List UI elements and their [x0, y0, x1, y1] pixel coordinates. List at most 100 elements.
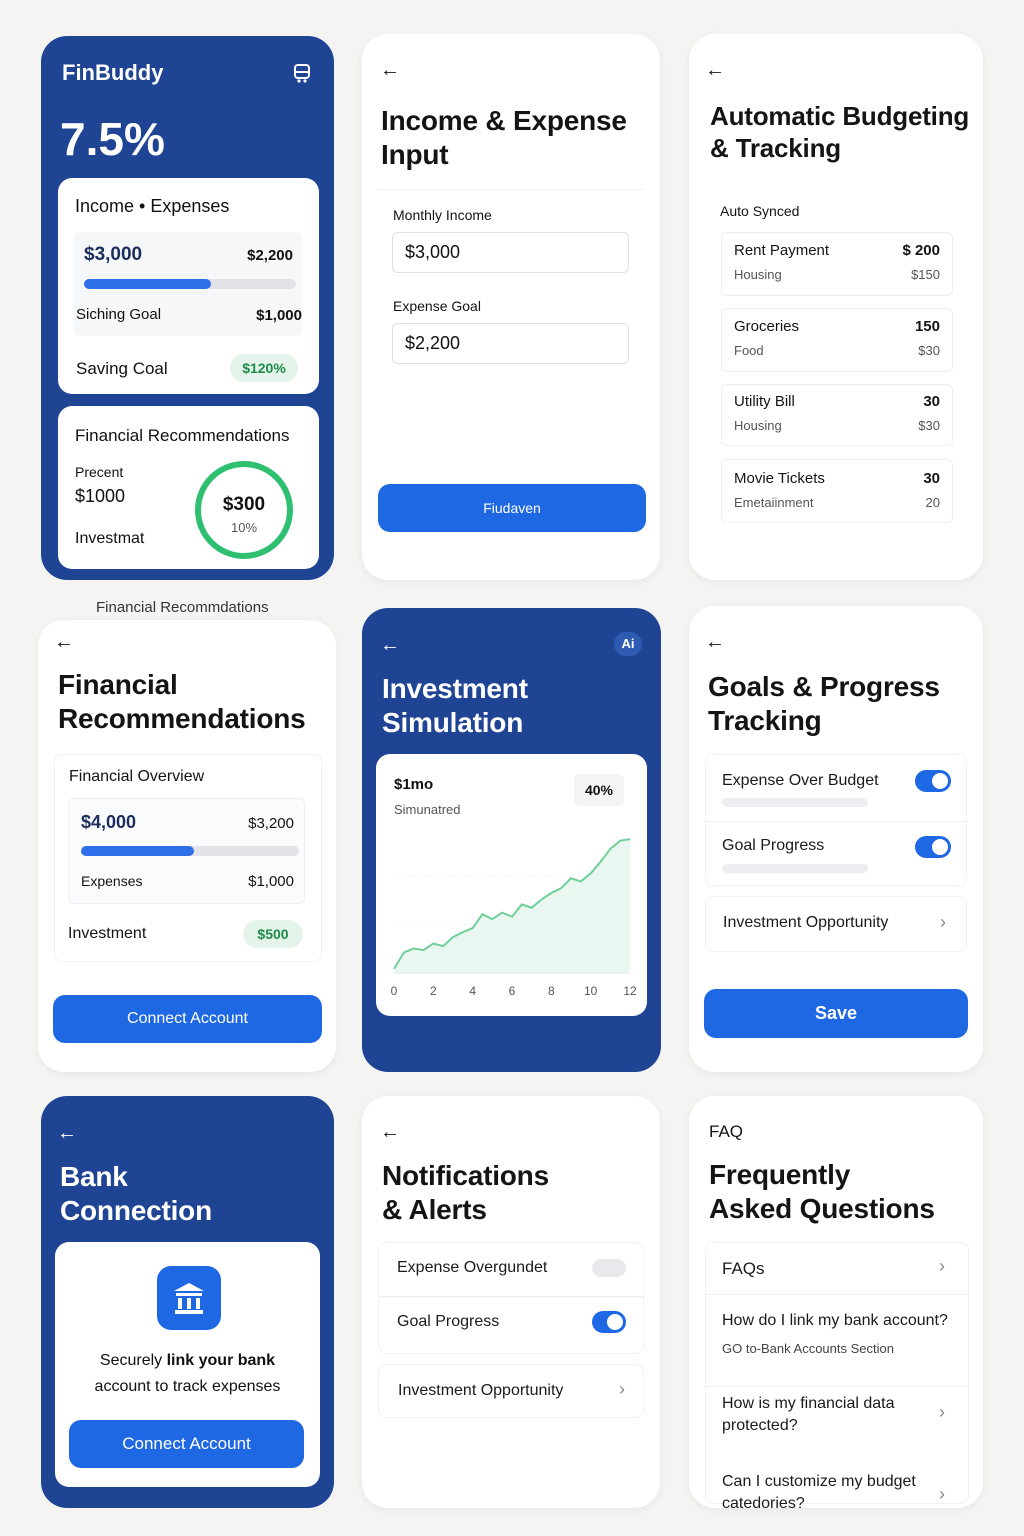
x-tick-label: 2: [430, 984, 437, 998]
screen-title: Notifications & Alerts: [382, 1159, 549, 1227]
x-tick-label: 4: [469, 984, 476, 998]
screen-title: Financial Recommendations: [58, 668, 306, 736]
overview-progress: [81, 846, 299, 856]
transaction-amount: 30: [923, 470, 940, 487]
title-line-1: Notifications: [382, 1160, 549, 1191]
connect-account-button[interactable]: Connect Account: [53, 995, 322, 1043]
back-arrow-icon[interactable]: ←: [380, 60, 400, 80]
faq-item[interactable]: Can I customize my budget catedories? ›: [705, 1466, 969, 1508]
save-button[interactable]: Save: [704, 989, 968, 1038]
monthly-income-label: Monthly Income: [393, 207, 492, 223]
x-tick-label: 0: [391, 984, 398, 998]
income-progress-fill: [84, 279, 212, 289]
title-line-1: Automatic Budgeting: [710, 101, 970, 131]
transaction-sub-amount: $30: [918, 343, 940, 358]
recommendations-card: Financial Recommendations Precent $1000 …: [58, 406, 319, 569]
back-arrow-icon[interactable]: ←: [380, 1122, 400, 1142]
x-tick-label: 8: [548, 984, 555, 998]
investment-opportunity-row[interactable]: Investment Opportunity ›: [705, 896, 967, 952]
expense-goal-label: Expense Goal: [393, 298, 481, 314]
income-input-panel: ← Income & Expense Input Monthly Income …: [362, 34, 660, 580]
bank-card: Securely link your bank account to track…: [55, 1242, 320, 1487]
transaction-name: Movie Tickets: [734, 470, 825, 487]
back-arrow-icon[interactable]: ←: [705, 632, 725, 652]
investment-label: Investment: [68, 925, 147, 942]
faq-question: FAQs: [722, 1259, 765, 1278]
description-prefix: Securely: [99, 1352, 167, 1369]
faq-answer: GO to-Bank Accounts Section: [722, 1341, 894, 1356]
auto-synced-label: Auto Synced: [720, 203, 800, 219]
notifications-panel: ← Notifications & Alerts Expense Overgun…: [362, 1096, 660, 1508]
investment-pill: $500: [243, 920, 303, 948]
investment-opportunity-row[interactable]: Investment Opportunity ›: [378, 1364, 644, 1418]
expense-goal-field[interactable]: $2,200: [392, 323, 629, 364]
faq-tag: FAQ: [709, 1122, 744, 1141]
bank-description: Securely link your bank account to track…: [55, 1348, 320, 1400]
transaction-sub-amount: $150: [911, 267, 940, 282]
precent-value: $1000: [75, 486, 126, 506]
goal-value: $1,000: [256, 307, 302, 324]
saving-label: Saving Coal: [76, 359, 168, 378]
screen-title: Automatic Budgeting & Tracking: [710, 100, 969, 164]
screen-title: Income & Expense Input: [381, 104, 627, 172]
monthly-income-field[interactable]: $3,000: [392, 232, 629, 273]
goals-panel: ← Goals & Progress Tracking Expense Over…: [689, 606, 983, 1072]
chart-area: [394, 839, 630, 973]
recommendations-title: Financial Recommendations: [75, 426, 290, 445]
alert-toggle[interactable]: [592, 1311, 626, 1333]
setting-toggle[interactable]: [915, 836, 951, 858]
back-arrow-icon[interactable]: ←: [380, 635, 400, 655]
bus-icon[interactable]: [291, 62, 313, 89]
expenses-value: $1,000: [248, 873, 294, 890]
description-emphasis: link your bank: [166, 1352, 276, 1369]
ai-badge[interactable]: Ai: [614, 632, 642, 656]
precent-label: Precent: [75, 464, 124, 480]
submit-button[interactable]: Fiudaven: [378, 484, 646, 532]
faq-item[interactable]: FAQs ›: [705, 1242, 969, 1294]
back-arrow-icon[interactable]: ←: [57, 1123, 77, 1143]
income-value: $3,000: [84, 244, 143, 265]
dashboard-panel: FinBuddy 7.5% Income • Expenses $3,000 $…: [41, 36, 334, 580]
alert-row[interactable]: Expense Overgundet: [378, 1242, 644, 1296]
alert-toggle[interactable]: [592, 1259, 626, 1277]
ring-value: $300: [222, 494, 266, 515]
transaction-row[interactable]: Groceries 150 Food $30: [721, 308, 953, 372]
setting-label: Expense Over Budget: [722, 772, 879, 789]
transaction-row[interactable]: Utility Bill 30 Housing $30: [721, 384, 953, 446]
transaction-amount: $ 200: [902, 242, 940, 259]
expenses-label: Expenses: [81, 873, 143, 889]
setting-toggle[interactable]: [915, 770, 951, 792]
auto-budget-panel: ← Automatic Budgeting & Tracking Auto Sy…: [689, 34, 983, 580]
alert-row[interactable]: Goal Progress: [378, 1296, 644, 1352]
income-progress: [84, 279, 296, 289]
description-line-2: account to track expenses: [94, 1378, 281, 1395]
transaction-category: Housing: [734, 418, 782, 433]
chevron-right-icon: ›: [619, 1379, 625, 1399]
setting-placeholder-bar: [722, 798, 868, 807]
transaction-row[interactable]: Movie Tickets 30 Emetaiinment 20: [721, 459, 953, 523]
goal-setting-row[interactable]: Expense Over Budget: [705, 754, 967, 820]
headline-value: 7.5%: [60, 113, 165, 165]
chevron-right-icon: ›: [939, 1402, 945, 1422]
title-line-2: Tracking: [708, 705, 822, 736]
divider: [378, 189, 644, 190]
faq-item[interactable]: How do I link my bank account? GO to-Ban…: [705, 1294, 969, 1370]
setting-placeholder-bar: [722, 864, 868, 873]
expense-value: $2,200: [247, 247, 293, 264]
card-title: Income • Expenses: [75, 196, 230, 216]
title-line-2: & Tracking: [710, 133, 841, 163]
faq-item[interactable]: How is my financial data protected? ›: [705, 1386, 969, 1450]
goal-setting-row[interactable]: Goal Progress: [705, 821, 967, 887]
title-line-1: Goals & Progress: [708, 671, 940, 702]
back-arrow-icon[interactable]: ←: [54, 632, 74, 652]
alert-label: Goal Progress: [397, 1313, 500, 1330]
ring-pct: 10%: [230, 520, 258, 535]
transaction-row[interactable]: Rent Payment $ 200 Housing $150: [721, 232, 953, 296]
title-line-2: Input: [381, 139, 449, 170]
transaction-sub-amount: $30: [918, 418, 940, 433]
title-line-2: Connection: [60, 1195, 212, 1226]
connect-account-button[interactable]: Connect Account: [69, 1420, 304, 1468]
bank-panel: ← Bank Connection Securely link your ban…: [41, 1096, 334, 1508]
recommendations-panel: ← Financial Recommendations Financial Ov…: [38, 620, 336, 1072]
back-arrow-icon[interactable]: ←: [705, 60, 725, 80]
